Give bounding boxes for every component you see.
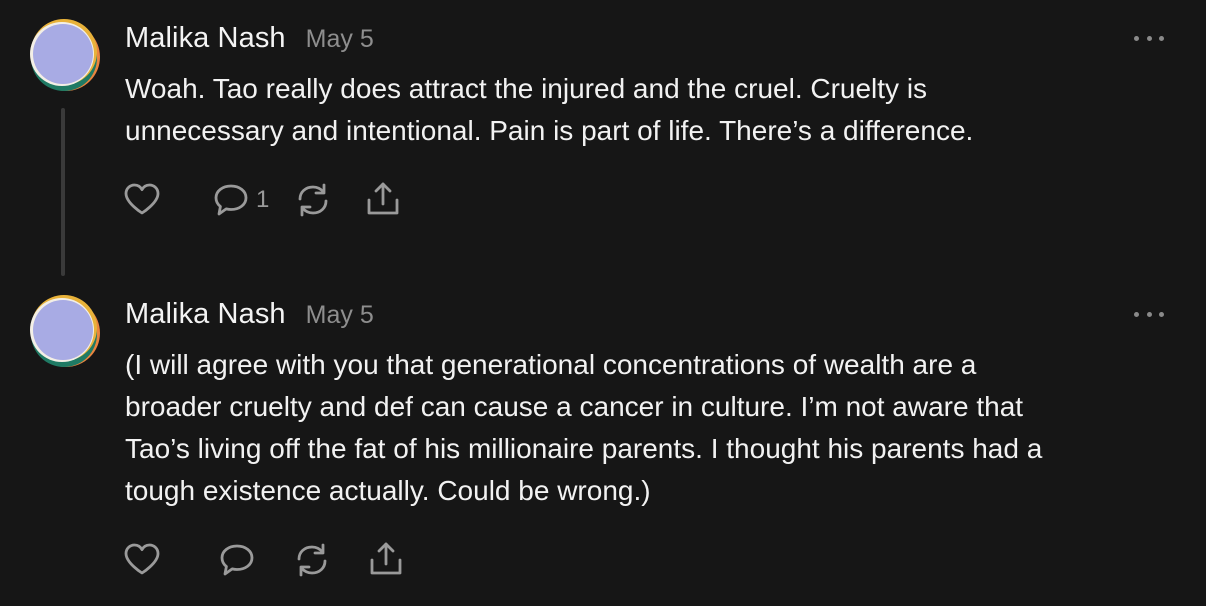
more-icon-dot xyxy=(1146,311,1152,317)
repost-icon xyxy=(297,543,327,577)
avatar-image xyxy=(30,295,100,367)
author-name[interactable]: Malika Nash xyxy=(125,22,286,55)
more-options-button[interactable] xyxy=(1134,306,1164,322)
heart-icon xyxy=(124,183,160,215)
post-actions xyxy=(122,540,406,580)
reply-count: 1 xyxy=(256,186,270,213)
post-body: (I will agree with you that generational… xyxy=(125,349,1043,506)
comment-button[interactable]: 1 xyxy=(212,180,269,220)
post: Malika Nash May 5 Woah. Tao really does … xyxy=(0,0,1206,276)
post-header: Malika Nash May 5 xyxy=(125,298,374,334)
repost-button[interactable] xyxy=(293,180,333,220)
share-icon xyxy=(370,542,402,575)
thread-line xyxy=(61,108,65,276)
avatar-image xyxy=(30,19,100,91)
like-button[interactable] xyxy=(122,540,162,580)
avatar[interactable] xyxy=(28,19,100,91)
post-header: Malika Nash May 5 xyxy=(125,22,374,58)
more-icon xyxy=(1134,311,1139,317)
avatar[interactable] xyxy=(28,295,100,367)
post-body: Woah. Tao really does attract the injure… xyxy=(125,73,974,146)
more-icon-dot xyxy=(1146,35,1152,41)
post-date[interactable]: May 5 xyxy=(306,25,374,54)
repost-button[interactable] xyxy=(292,540,332,580)
heart-icon xyxy=(124,543,160,575)
more-icon xyxy=(1134,35,1139,41)
share-icon xyxy=(367,182,399,215)
comment-icon xyxy=(220,544,254,576)
more-icon-dot xyxy=(1159,35,1164,41)
share-button[interactable] xyxy=(366,540,406,580)
post-actions: 1 xyxy=(122,180,403,220)
more-icon-dot xyxy=(1159,311,1164,317)
like-button[interactable] xyxy=(122,180,162,220)
post: Malika Nash May 5 (I will agree with you… xyxy=(0,276,1206,606)
post-date[interactable]: May 5 xyxy=(306,301,374,330)
share-button[interactable] xyxy=(363,180,403,220)
comment-icon xyxy=(214,184,248,216)
author-name[interactable]: Malika Nash xyxy=(125,298,286,331)
repost-icon xyxy=(298,183,328,217)
comment-button[interactable] xyxy=(218,540,256,580)
more-options-button[interactable] xyxy=(1134,30,1164,46)
